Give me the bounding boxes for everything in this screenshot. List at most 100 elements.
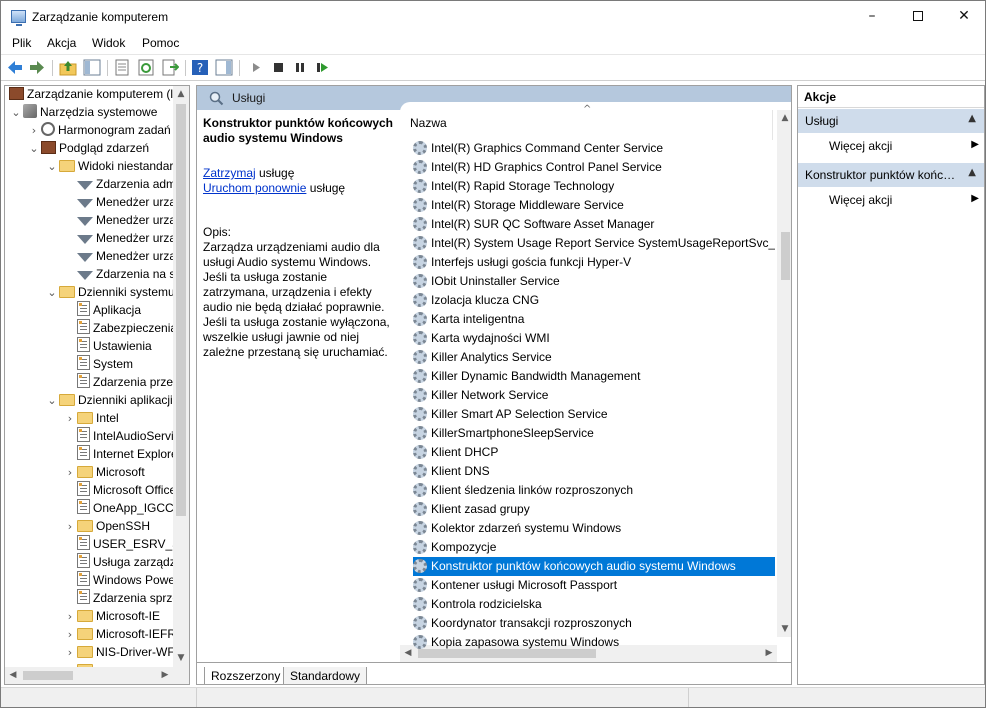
service-row[interactable]: Killer Network Service bbox=[413, 386, 775, 405]
service-row[interactable]: Intel(R) System Usage Report Service Sys… bbox=[413, 234, 775, 253]
more-actions-selected-service[interactable]: Więcej akcji ▶ bbox=[829, 193, 979, 207]
tree-item[interactable]: ⌄Dzienniki systemu Windows bbox=[45, 283, 189, 301]
properties-icon[interactable] bbox=[113, 59, 131, 76]
tree-item[interactable]: Menedżer urządzeń bbox=[63, 211, 189, 229]
service-row[interactable]: Karta inteligentna bbox=[413, 310, 775, 329]
service-row[interactable]: Intel(R) SUR QC Software Asset Manager bbox=[413, 215, 775, 234]
tree-item[interactable]: Windows PowerShell bbox=[63, 571, 189, 589]
services-scroll-thumb[interactable] bbox=[781, 232, 790, 280]
tree-item[interactable]: ⌄ Widoki niestandardowe bbox=[45, 157, 189, 175]
tree-hscroll-thumb[interactable] bbox=[23, 671, 73, 680]
tree-item[interactable]: Zdarzenia administracyjne bbox=[63, 175, 189, 193]
service-row[interactable]: Intel(R) Graphics Command Center Service bbox=[413, 139, 775, 158]
service-row[interactable]: Klient zasad grupy bbox=[413, 500, 775, 519]
tree-item[interactable]: Menedżer urządzeń bbox=[63, 247, 189, 265]
restart-service-icon[interactable] bbox=[313, 59, 331, 76]
tree-item[interactable]: Ustawienia bbox=[63, 337, 152, 355]
service-row[interactable]: Klient DHCP bbox=[413, 443, 775, 462]
restart-service-link[interactable]: Uruchom ponownie bbox=[203, 181, 306, 195]
service-row[interactable]: Kopia zapasowa systemu Windows bbox=[413, 633, 775, 652]
scroll-down-arrow-icon[interactable]: ▼ bbox=[777, 621, 791, 637]
tree-item[interactable]: › Harmonogram zadań bbox=[27, 121, 171, 139]
tree-item[interactable]: Zdarzenia na stronie bbox=[63, 265, 189, 283]
collapsed-chevron-icon[interactable]: › bbox=[63, 464, 77, 482]
tree-item[interactable]: › OpenSSH bbox=[63, 517, 150, 535]
service-row[interactable]: Klient śledzenia linków rozproszonych bbox=[413, 481, 775, 500]
service-row[interactable]: Konstruktor punktów końcowych audio syst… bbox=[413, 557, 775, 576]
service-row[interactable]: Interfejs usługi gościa funkcji Hyper-V bbox=[413, 253, 775, 272]
service-row[interactable]: Karta wydajności WMI bbox=[413, 329, 775, 348]
tree-item[interactable]: USER_ESRV_SVC bbox=[63, 535, 189, 553]
menu-action[interactable]: Akcja bbox=[47, 36, 76, 50]
tree-item[interactable]: › Microsoft-IE bbox=[63, 607, 160, 625]
tree-item[interactable]: Internet Explorer bbox=[63, 445, 182, 463]
column-header-name[interactable]: Nazwa bbox=[410, 116, 447, 130]
service-row[interactable]: Koordynator transakcji rozproszonych bbox=[413, 614, 775, 633]
tree-item[interactable]: OneApp_IGCC bbox=[63, 499, 174, 517]
menu-view[interactable]: Widok bbox=[92, 36, 125, 50]
tree-item[interactable]: Aplikacja bbox=[63, 301, 141, 319]
forward-arrow-icon[interactable] bbox=[28, 59, 46, 76]
service-row[interactable]: Kontrola rodzicielska bbox=[413, 595, 775, 614]
service-row[interactable]: Kompozycje bbox=[413, 538, 775, 557]
service-row[interactable]: Klient DNS bbox=[413, 462, 775, 481]
tree-item[interactable]: ⌄ Narzędzia systemowe bbox=[9, 103, 157, 121]
collapse-up-icon[interactable]: ▲ bbox=[968, 113, 976, 124]
close-button[interactable]: ✕ bbox=[941, 1, 985, 32]
service-row[interactable]: Intel(R) Storage Middleware Service bbox=[413, 196, 775, 215]
tree-item[interactable]: › NIS-Driver-WFP bbox=[63, 643, 183, 661]
maximize-button[interactable] bbox=[895, 1, 941, 32]
action-pane-icon[interactable] bbox=[215, 59, 233, 76]
pause-service-icon[interactable] bbox=[291, 59, 309, 76]
tree-vertical-scrollbar[interactable]: ▲ ▼ bbox=[173, 86, 189, 667]
actions-section-services[interactable]: Usługi ▲ bbox=[798, 109, 984, 133]
collapsed-chevron-icon[interactable]: › bbox=[63, 626, 77, 644]
scroll-down-arrow-icon[interactable]: ▼ bbox=[173, 650, 189, 666]
more-actions-services[interactable]: Więcej akcji ▶ bbox=[829, 139, 979, 153]
tree-item[interactable]: Menedżer urządzeń bbox=[63, 193, 189, 211]
scroll-up-arrow-icon[interactable]: ▲ bbox=[173, 86, 189, 102]
collapsed-chevron-icon[interactable]: › bbox=[63, 410, 77, 428]
menu-file[interactable]: Plik bbox=[12, 36, 31, 50]
service-row[interactable]: Killer Analytics Service bbox=[413, 348, 775, 367]
tree-scroll-thumb[interactable] bbox=[176, 104, 186, 516]
tab-standard[interactable]: Standardowy bbox=[283, 667, 368, 684]
tree-item[interactable]: ›Microsoft-IEFRAME bbox=[63, 625, 189, 644]
tree-item[interactable]: › Intel bbox=[63, 409, 119, 427]
scroll-right-arrow-icon[interactable]: ▶ bbox=[157, 667, 173, 683]
service-row[interactable]: Killer Dynamic Bandwidth Management bbox=[413, 367, 775, 386]
tree-item[interactable]: System bbox=[63, 355, 133, 373]
tree-item[interactable]: Zabezpieczenia bbox=[63, 319, 177, 337]
service-row[interactable]: Kontener usługi Microsoft Passport bbox=[413, 576, 775, 595]
tree-item[interactable]: Usługa zarządzania kluczami bbox=[63, 553, 189, 571]
tree-item[interactable]: ⌄ Podgląd zdarzeń bbox=[27, 139, 149, 157]
stop-service-link[interactable]: Zatrzymaj bbox=[203, 166, 256, 180]
collapsed-chevron-icon[interactable]: › bbox=[63, 608, 77, 626]
service-row[interactable]: Izolacja klucza CNG bbox=[413, 291, 775, 310]
service-row[interactable]: Kolektor zdarzeń systemu Windows bbox=[413, 519, 775, 538]
service-row[interactable]: Intel(R) Rapid Storage Technology bbox=[413, 177, 775, 196]
scroll-left-arrow-icon[interactable]: ◀ bbox=[5, 667, 21, 683]
tree-item[interactable]: IntelAudioService bbox=[63, 427, 186, 445]
services-vertical-scrollbar[interactable]: ▲ ▼ bbox=[777, 110, 791, 637]
tree-item[interactable]: ⌄Dzienniki aplikacji i usług bbox=[45, 391, 189, 410]
export-list-icon[interactable] bbox=[161, 59, 179, 76]
up-folder-icon[interactable] bbox=[59, 59, 77, 76]
actions-section-selected-caret-area[interactable]: ▲ bbox=[960, 163, 984, 187]
expanded-chevron-icon[interactable]: ⌄ bbox=[45, 392, 59, 410]
collapsed-chevron-icon[interactable]: › bbox=[63, 518, 77, 536]
tree-horizontal-scrollbar[interactable]: ◀ ▶ bbox=[5, 667, 189, 684]
refresh-icon[interactable] bbox=[137, 59, 155, 76]
tree-item[interactable]: Menedżer urządzeń bbox=[63, 229, 189, 247]
tree-item[interactable]: Zdarzenia sprzętowe bbox=[63, 589, 189, 607]
service-row[interactable]: KillerSmartphoneSleepService bbox=[413, 424, 775, 443]
service-row[interactable]: IObit Uninstaller Service bbox=[413, 272, 775, 291]
minimize-button[interactable]: – bbox=[849, 1, 895, 32]
service-row[interactable]: Killer Smart AP Selection Service bbox=[413, 405, 775, 424]
stop-service-icon[interactable] bbox=[269, 59, 287, 76]
help-icon[interactable]: ? bbox=[191, 59, 209, 76]
scroll-up-arrow-icon[interactable]: ▲ bbox=[777, 110, 791, 126]
tree-item[interactable]: › Microsoft bbox=[63, 463, 145, 481]
collapsed-chevron-icon[interactable]: › bbox=[63, 644, 77, 662]
service-row[interactable]: Intel(R) HD Graphics Control Panel Servi… bbox=[413, 158, 775, 177]
